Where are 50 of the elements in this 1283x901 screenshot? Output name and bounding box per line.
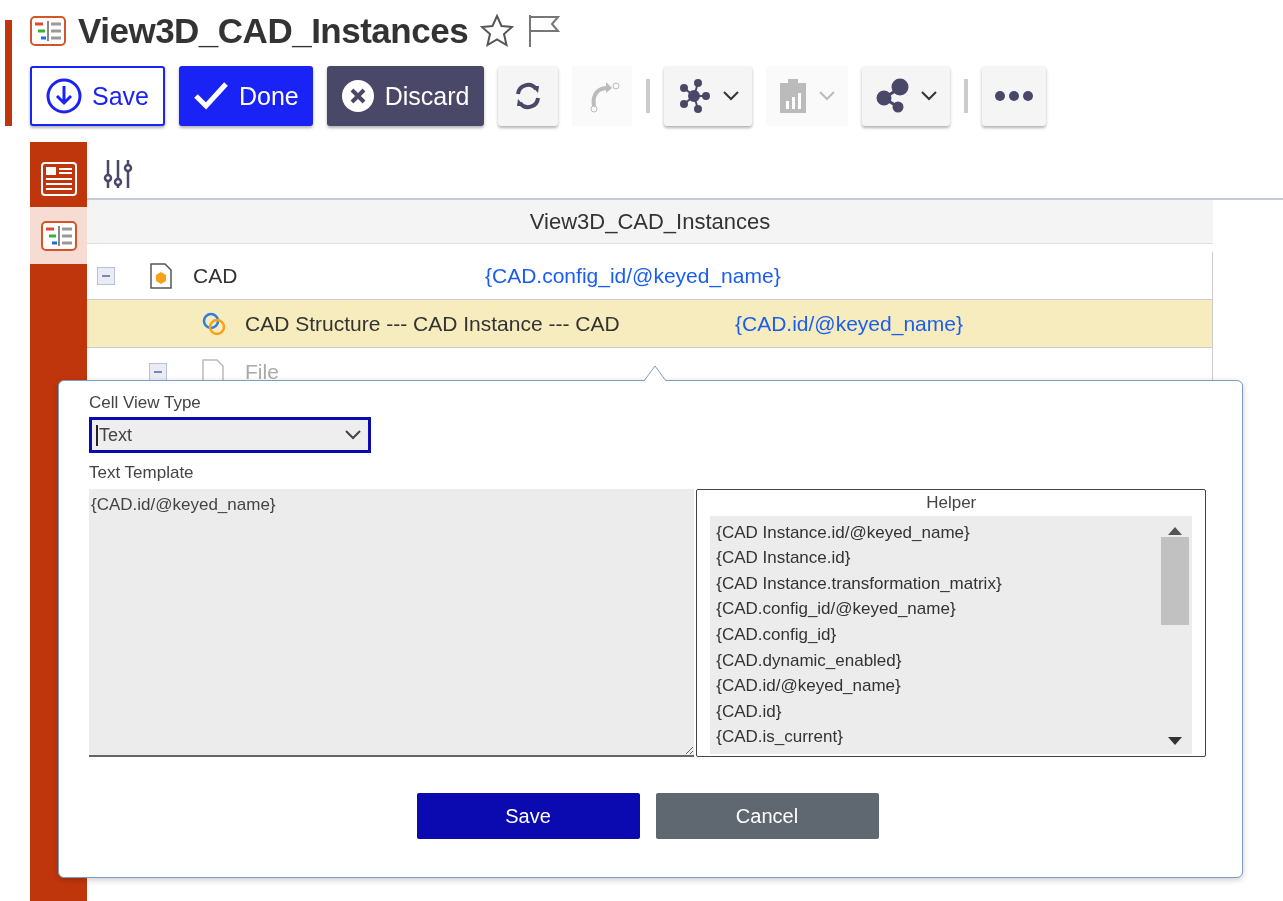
more-tool-button[interactable] xyxy=(981,66,1046,126)
helper-item[interactable]: {CAD.is_current} xyxy=(716,724,1153,750)
helper-item[interactable]: {CAD.config_id} xyxy=(716,622,1153,648)
scroll-down-icon[interactable] xyxy=(1167,736,1184,746)
flag-icon[interactable] xyxy=(526,13,563,49)
sidebar-tab[interactable] xyxy=(30,207,87,264)
save-button[interactable]: Save xyxy=(30,66,165,126)
discard-button[interactable]: Discard xyxy=(326,66,484,126)
refresh-tool-button[interactable] xyxy=(497,66,558,126)
document-cube-icon xyxy=(149,261,173,290)
helper-item[interactable]: {CAD Instance.id/@keyed_name} xyxy=(716,519,1153,546)
check-icon xyxy=(193,81,229,111)
node-name: CAD Structure --- CAD Instance --- CAD xyxy=(245,311,621,336)
form-layout-icon xyxy=(40,161,77,196)
field-label: Cell View Type xyxy=(89,393,202,414)
cancel-button[interactable]: Cancel xyxy=(655,793,879,839)
download-circle-icon xyxy=(46,78,82,114)
helper-item[interactable]: {CAD.dynamic_enabled} xyxy=(716,647,1153,674)
node-name: File xyxy=(245,359,279,384)
field-label: Text Template xyxy=(89,463,195,484)
clipboard-chart-icon xyxy=(777,77,808,115)
helper-item[interactable]: {CAD Instance.id} xyxy=(716,545,1153,571)
share-tool-button[interactable] xyxy=(861,66,950,126)
star-icon[interactable] xyxy=(480,14,515,48)
template-text: {CAD.config_id/@keyed_name} xyxy=(485,263,781,288)
helper-item[interactable]: {CAD.id} xyxy=(716,698,1153,725)
done-button[interactable]: Done xyxy=(179,66,313,126)
tree-row[interactable]: CAD {CAD.config_id/@keyed_name} xyxy=(87,252,1213,300)
text-template-field[interactable]: {CAD.id/@keyed_name} xyxy=(89,489,695,757)
page-title: View3D_CAD_Instances xyxy=(78,11,469,51)
helper-item[interactable]: {CAD.config_id/@keyed_name} xyxy=(716,596,1153,623)
more-icon xyxy=(993,90,1034,102)
selected-tree-row[interactable]: CAD Structure --- CAD Instance --- CAD {CAD.id/@keyed_name} xyxy=(87,300,1213,348)
helper-item[interactable]: {CAD Instance.transformation_matrix} xyxy=(716,570,1153,597)
helper-title: Helper xyxy=(926,491,977,514)
node-name: CAD xyxy=(193,263,239,288)
helper-item[interactable]: {CAD.id/@keyed_name} xyxy=(716,673,1153,699)
linked-rings-icon xyxy=(201,310,227,337)
sliders-icon[interactable] xyxy=(103,158,133,190)
network-tool-button[interactable] xyxy=(663,66,752,126)
collapse-toggle[interactable] xyxy=(97,266,115,285)
chevron-down-icon xyxy=(344,429,362,441)
tree-header: View3D_CAD_Instances xyxy=(87,200,1213,244)
close-circle-icon xyxy=(340,79,375,113)
save-button[interactable]: Save xyxy=(416,793,640,839)
tree-grid-icon xyxy=(40,220,77,251)
template-text: {CAD.id/@keyed_name} xyxy=(735,311,963,336)
tree-grid-icon xyxy=(30,16,66,46)
collapse-toggle[interactable] xyxy=(149,362,167,381)
cell-view-type-dropdown[interactable]: Text xyxy=(89,417,371,453)
